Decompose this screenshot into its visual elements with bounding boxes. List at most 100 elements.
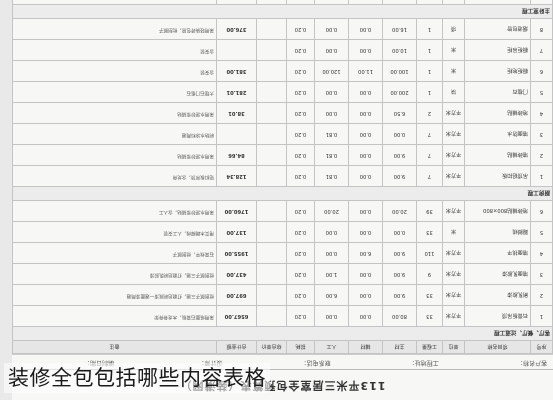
total-cell: 381.00 — [216, 60, 257, 82]
table-row: 4 墙面找平 平方米 110 9.00 6.00 0.00 0.20 1955.00 石膏找平，批… — [12, 242, 553, 264]
labor-cell: 0.00 — [314, 102, 349, 124]
table-row: 3 墙面乳胶漆 平方米 9 9.00 0.00 1.00 0.20 437.00 批刮腻子三遍，打… — [12, 263, 553, 285]
loss-cell: 0.20 — [286, 123, 315, 145]
table-row: 1 吊顶铝扣板 平方米 7 9.00 0.00 0.81 0.20 128.34 铝扣板吊顶，含龙… — [12, 165, 553, 187]
row-number: 4 — [530, 102, 553, 124]
loss-cell: 0.20 — [286, 81, 315, 103]
unit-price-cell — [256, 123, 287, 145]
main-material-cell: 16.00 — [382, 18, 417, 40]
loss-cell: 0.20 — [286, 200, 315, 222]
aux-material-cell: 0.00 — [348, 263, 383, 285]
main-material-cell: 9.00 — [382, 284, 417, 306]
table-row: 6 橱柜地柜米 1 100.00 11.00 120.00 0.20 381.00 含安装 — [12, 60, 553, 82]
unit-cell: 平方米 — [442, 165, 465, 187]
table-row: 5 踢脚线米 33 0.00 0.00 0.00 0.20 137.00 用实木踢脚线，人工安装 — [12, 221, 553, 243]
labor-cell: 0.00 — [314, 81, 349, 103]
total-cell: 1955.00 — [216, 242, 257, 264]
note-cell: 石膏找平，批刮腻子 — [12, 242, 217, 264]
aux-material-cell: 0.00 — [348, 39, 383, 61]
loss-cell: 0.20 — [286, 18, 315, 40]
unit-price-cell — [256, 0, 287, 5]
table-row: 5 门槛石块 1 200.00 0.00 0.00 0.20 281.01 大理石门槛石 — [12, 81, 553, 103]
note-cell: 批刮腻子三遍，打磨后刷底漆一遍面漆两遍 — [12, 284, 217, 306]
unit-price-cell — [256, 263, 287, 285]
page: 113平米三居室全包预算表（装潢网） 客户名称：工程地址：联系电话：设计师：编制… — [0, 0, 553, 400]
main-material-cell: 9.00 — [382, 242, 417, 264]
aux-material-cell: 0.00 — [348, 81, 383, 103]
item-name: 吊顶铝扣板 — [464, 165, 531, 187]
aux-material-cell: 0.00 — [348, 221, 383, 243]
labor-cell: 0.00 — [314, 221, 349, 243]
table-row: 3 墙面防水 平方米 7 0.00 0.00 0.81 0.20 刷防水涂料两遍 — [12, 123, 553, 145]
total-cell: 697.00 — [216, 284, 257, 306]
row-number: 4 — [530, 242, 553, 264]
row-number: 5 — [530, 81, 553, 103]
column-header: 主材 — [382, 340, 417, 354]
note-cell: 采用水泥砂浆铺贴 — [12, 102, 217, 124]
main-material-cell: 200.00 — [382, 81, 417, 103]
loss-cell: 0.20 — [286, 242, 315, 264]
row-number: 1 — [530, 0, 553, 5]
aux-material-cell: 0.00 — [348, 165, 383, 187]
column-header: 综合单价 — [256, 340, 287, 354]
note-cell: 铝扣板吊顶，含龙骨 — [12, 165, 217, 187]
budget-sheet: 113平米三居室全包预算表（装潢网） 客户名称：工程地址：联系电话：设计师：编制… — [12, 0, 553, 400]
total-cell: 84.66 — [216, 144, 257, 166]
unit-cell: 平方米 — [442, 102, 465, 124]
total-cell: 376.00 — [216, 18, 257, 40]
main-material-cell: 100.00 — [382, 60, 417, 82]
row-number: 3 — [530, 263, 553, 285]
section-title: 客厅、餐厅、过道工程 — [12, 326, 553, 341]
quantity-cell: 1 — [416, 18, 443, 40]
table-row: 4 地砖铺贴 平方米 2 6.50 0.00 0.00 0.20 38.01 采用水泥砂浆铺贴 — [12, 102, 553, 124]
unit-cell: 平方米 — [442, 263, 465, 285]
item-name: 墙面乳胶漆 — [464, 263, 531, 285]
item-name: 墙面找平 — [464, 242, 531, 264]
unit-cell: 平方米 — [442, 242, 465, 264]
unit-price-cell — [256, 284, 287, 306]
loss-cell: 0.20 — [286, 263, 315, 285]
column-header: 备注 — [12, 340, 217, 354]
main-material-cell: 9.00 — [382, 263, 417, 285]
item-name: 踢脚线 — [464, 221, 531, 243]
loss-cell: 0.20 — [286, 60, 315, 82]
meta-field: 工程地址： — [408, 359, 439, 366]
loss-cell: 0.20 — [286, 284, 315, 306]
loss-cell: 0.20 — [286, 39, 315, 61]
loss-cell: 0.20 — [286, 0, 315, 5]
column-header: 单位 — [442, 340, 465, 354]
row-number: 8 — [530, 18, 553, 40]
note-cell: 大理石门槛石 — [12, 81, 217, 103]
quantity-cell: 9 — [416, 263, 443, 285]
labor-cell: 0.00 — [314, 242, 349, 264]
column-header: 人工 — [314, 340, 349, 354]
quantity-cell: 33 — [416, 221, 443, 243]
quantity-cell: 1 — [416, 39, 443, 61]
section-row: 主卧室工程 — [12, 4, 553, 19]
main-material-cell: 20.00 — [382, 200, 417, 222]
note-cell: 批刮腻子三遍，打磨后刷乳胶漆 — [12, 263, 217, 285]
page-caption: 装修全包包括哪些内容表格 — [4, 363, 270, 393]
labor-cell: 0.81 — [314, 123, 349, 145]
quantity-cell: 33 — [416, 284, 443, 306]
section-row: 厨房工程 — [12, 186, 553, 201]
item-name: 烟道包管 — [464, 18, 531, 40]
main-material-cell: 0.00 — [382, 0, 417, 5]
aux-material-cell: 0.00 — [348, 123, 383, 145]
unit-cell: 米 — [442, 60, 465, 82]
note-cell: 采用纸面石膏板，木龙骨骨架 — [12, 0, 217, 5]
unit-cell: 平方米 — [442, 123, 465, 145]
budget-table: 序号 项目名称 单位 工程量 主材 辅材 人工 损耗 综合单价 合计金额 备注 客厅、餐厅、过道工程… — [12, 0, 553, 354]
item-name: 石膏板吊顶 — [464, 0, 531, 5]
unit-price-cell — [256, 39, 287, 61]
unit-price-cell — [256, 165, 287, 187]
aux-material-cell: 0.00 — [348, 200, 383, 222]
aux-material-cell: 0.00 — [348, 305, 383, 327]
item-name: 石膏板吊顶 — [464, 305, 531, 327]
main-material-cell: 9.00 — [382, 144, 417, 166]
unit-price-cell — [256, 242, 287, 264]
item-name: 橱柜吊柜 — [464, 39, 531, 61]
table-row: 7 橱柜吊柜米 1 10.00 0.00 0.00 0.20 含安装 — [12, 39, 553, 61]
row-number: 2 — [530, 144, 553, 166]
aux-material-cell: 0.00 — [348, 18, 383, 40]
